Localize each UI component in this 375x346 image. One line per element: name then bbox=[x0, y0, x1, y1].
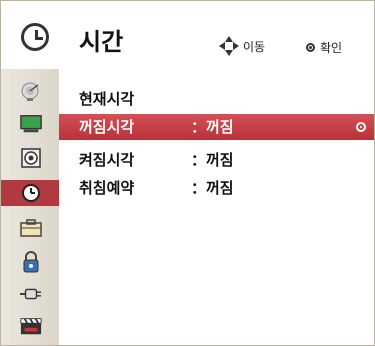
hint-move: 이동 bbox=[219, 36, 265, 56]
header: 시간 이동 확인 bbox=[1, 1, 374, 69]
hint-ok-label: 확인 bbox=[320, 40, 343, 55]
menu-item-label: 켜짐시각 bbox=[79, 151, 135, 169]
menu-item-value: ：꺼짐 bbox=[191, 151, 234, 169]
ok-button-icon bbox=[306, 42, 315, 52]
hint-move-label: 이동 bbox=[243, 39, 266, 54]
menu-item-sleep-timer[interactable]: 취침예약 ：꺼짐 bbox=[59, 175, 374, 201]
menu-item-on-time[interactable]: 켜짐시각 ：꺼짐 bbox=[59, 147, 374, 173]
menu-item-value: ：꺼짐 bbox=[191, 179, 234, 197]
clock-icon[interactable] bbox=[20, 182, 42, 204]
lock-icon[interactable] bbox=[20, 251, 42, 273]
monitor-icon[interactable] bbox=[20, 113, 42, 135]
cable-connector-icon[interactable] bbox=[20, 283, 42, 305]
dpad-icon bbox=[219, 36, 239, 56]
menu-list: 현재시각 꺼짐시각 ：꺼짐 켜짐시각 ：꺼짐 취침예약 ：꺼짐 bbox=[59, 69, 374, 345]
page-title: 시간 bbox=[79, 28, 124, 56]
menu-item-current-time[interactable]: 현재시각 bbox=[59, 86, 374, 112]
satellite-dish-icon[interactable] bbox=[20, 81, 42, 103]
clock-icon bbox=[21, 23, 49, 51]
clapperboard-icon[interactable] bbox=[20, 315, 42, 337]
toolbox-icon[interactable] bbox=[20, 217, 42, 239]
menu-item-label: 취침예약 bbox=[79, 179, 135, 197]
menu-item-off-time[interactable]: 꺼짐시각 ：꺼짐 bbox=[59, 114, 374, 140]
select-indicator-icon bbox=[356, 122, 366, 132]
menu-item-label: 꺼짐시각 bbox=[79, 118, 135, 136]
menu-item-label: 현재시각 bbox=[79, 90, 135, 108]
hint-ok: 확인 bbox=[306, 39, 342, 55]
menu-item-value: ：꺼짐 bbox=[191, 118, 234, 136]
category-sidebar bbox=[1, 69, 59, 345]
osd-window: 시간 이동 확인 현재시각 꺼짐시각 ：꺼짐 켜짐시각 ：꺼짐 취침예약 ：꺼짐 bbox=[0, 0, 375, 346]
speaker-icon[interactable] bbox=[20, 147, 42, 169]
